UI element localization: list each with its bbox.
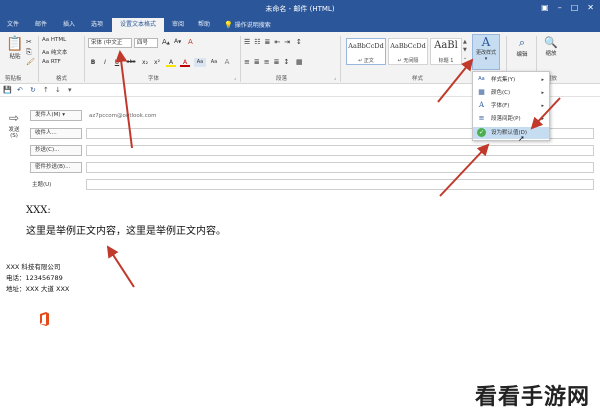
annotation-arrows bbox=[106, 50, 561, 288]
arrow-to-change-styles bbox=[437, 58, 474, 103]
arrow-to-menu bbox=[439, 143, 490, 197]
arrow-to-font-combo bbox=[115, 50, 133, 149]
arrow-to-body-text bbox=[106, 245, 135, 288]
watermark-text: 看看手游网 bbox=[474, 385, 590, 410]
arrow-to-set-default bbox=[530, 97, 561, 130]
